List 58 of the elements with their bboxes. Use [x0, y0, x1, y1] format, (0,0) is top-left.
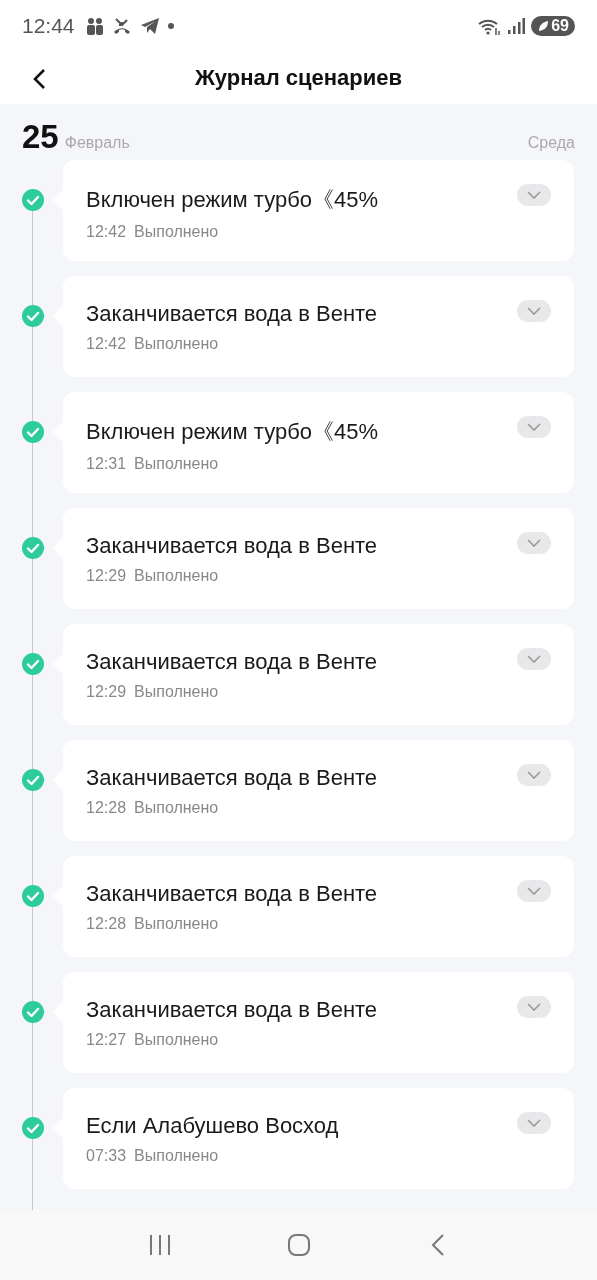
chevron-down-icon: [527, 771, 541, 779]
entry-title: Если Алабушево Восход: [86, 1113, 339, 1139]
expand-button[interactable]: [517, 764, 551, 786]
chevron-down-icon: [527, 1119, 541, 1127]
expand-button[interactable]: [517, 300, 551, 322]
date-day: 25: [22, 120, 59, 154]
entry-title: Заканчивается вода в Венте: [86, 533, 378, 559]
back-icon: [32, 68, 46, 90]
entry-title: Заканчивается вода в Венте: [86, 881, 378, 907]
expand-button[interactable]: [517, 1112, 551, 1134]
entry-title: Заканчивается вода в Венте: [86, 997, 378, 1023]
entry-status: Выполнено: [134, 1031, 219, 1049]
dot-icon: [166, 22, 175, 30]
chevron-down-icon: [527, 1003, 541, 1011]
expand-button[interactable]: [517, 184, 551, 206]
chevron-down-icon: [527, 307, 541, 315]
entry-time: 12:29: [86, 683, 127, 701]
chevron-down-icon: [527, 539, 541, 547]
entry-title: Заканчивается вода в Венте: [86, 301, 378, 327]
expand-button[interactable]: [517, 532, 551, 554]
expand-button[interactable]: [517, 648, 551, 670]
entry-status: Выполнено: [134, 915, 219, 933]
chevron-down-icon: [527, 423, 541, 431]
entry-status: Выполнено: [134, 223, 219, 241]
entry-status: Выполнено: [134, 567, 219, 585]
signal-icon: [507, 17, 526, 35]
entry-time: 12:31: [86, 455, 127, 473]
entry-status: Выполнено: [134, 799, 219, 817]
entry-title: Включен режим турбо《45%: [86, 186, 378, 214]
entry-time: 12:27: [86, 1031, 127, 1049]
entry-title: Заканчивается вода в Венте: [86, 649, 378, 675]
clock-time: 12:44: [22, 14, 75, 38]
recent-apps-icon[interactable]: [147, 1233, 172, 1257]
entry-status: Выполнено: [134, 455, 219, 473]
expand-button[interactable]: [517, 880, 551, 902]
chevron-down-icon: [527, 655, 541, 663]
entry-time: 07:33: [86, 1147, 127, 1165]
home-icon[interactable]: [286, 1233, 311, 1257]
date-weekday: Среда: [527, 134, 575, 153]
people-icon: [84, 16, 105, 36]
page-title: Журнал сценариев: [194, 65, 403, 91]
entry-title: Включен режим турбо《45%: [86, 418, 378, 446]
chevron-down-icon: [527, 887, 541, 895]
leaf-icon: [537, 20, 550, 32]
entry-time: 12:28: [86, 915, 127, 933]
entry-time: 12:29: [86, 567, 127, 585]
entry-title: Заканчивается вода в Венте: [86, 765, 378, 791]
expand-button[interactable]: [517, 416, 551, 438]
battery-level: 69: [551, 17, 569, 35]
entry-time: 12:42: [86, 223, 127, 241]
date-month: Февраль: [64, 134, 130, 153]
entry-time: 12:42: [86, 335, 127, 353]
entry-time: 12:28: [86, 799, 127, 817]
expand-button[interactable]: [517, 996, 551, 1018]
entry-status: Выполнено: [134, 683, 219, 701]
entry-status: Выполнено: [134, 335, 219, 353]
chevron-down-icon: [527, 191, 541, 199]
entry-status: Выполнено: [134, 1147, 219, 1165]
